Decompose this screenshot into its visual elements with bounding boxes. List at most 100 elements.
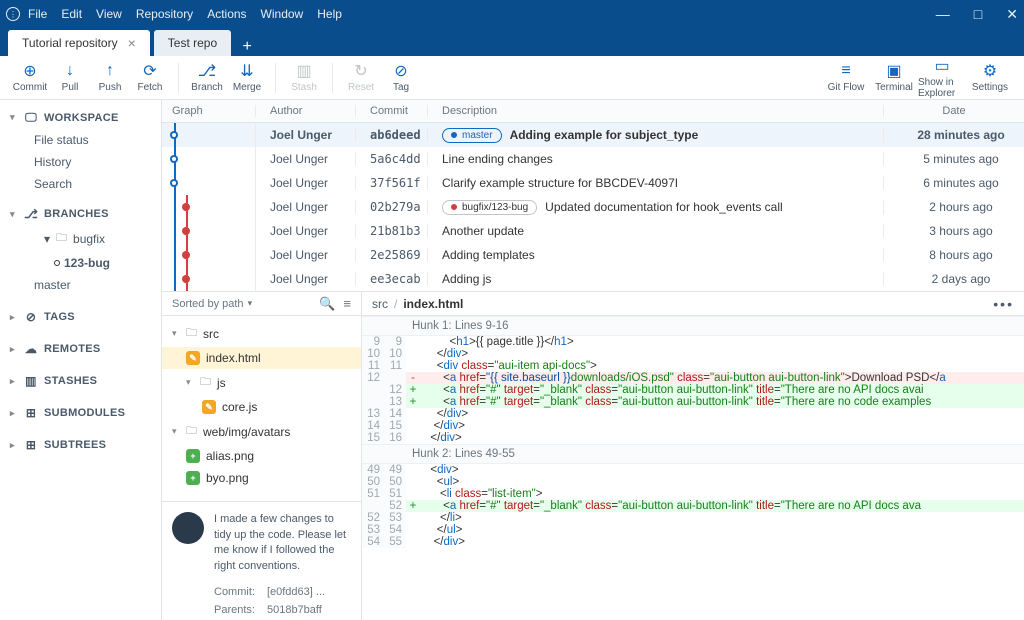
diff-line-added: 12+ <a href="#" target="_blank" class="a… xyxy=(362,384,1024,396)
close-icon[interactable]: ✕ xyxy=(1006,6,1018,23)
diff-line: 5151 <li class="list-item"> xyxy=(362,488,1024,500)
close-icon[interactable]: × xyxy=(128,35,136,51)
tool-label: Git Flow xyxy=(828,82,865,93)
branch-master[interactable]: master xyxy=(0,274,161,296)
remotes-icon: ☁ xyxy=(24,342,38,356)
tool-label: Tag xyxy=(393,82,409,93)
fetch-button[interactable]: ⟳ Fetch xyxy=(130,62,170,93)
merge-button[interactable]: ⇊ Merge xyxy=(227,62,267,93)
menu-window[interactable]: Window xyxy=(261,7,304,21)
folder-src[interactable]: ▾ 🗀 src xyxy=(162,320,361,347)
explorer-button[interactable]: ▭ Show in Explorer xyxy=(918,57,966,99)
sidebar: ▾ 🖵 WORKSPACE File statusHistorySearch ▾… xyxy=(0,100,162,620)
settings-button[interactable]: ⚙ Settings xyxy=(966,62,1014,93)
commit-graph xyxy=(162,147,256,171)
branch-123-bug[interactable]: 123-bug xyxy=(0,252,161,274)
commit-row[interactable]: Joel Unger 02b279a bugfix/123-bugUpdated… xyxy=(162,195,1024,219)
branch-folder-bugfix[interactable]: ▾ 🗀 bugfix xyxy=(0,225,161,252)
minimize-icon[interactable]: — xyxy=(936,6,950,23)
file-status-icon: + xyxy=(186,449,200,463)
diff-line: 99 <h1>{{ page.title }}</h1> xyxy=(362,336,1024,348)
diff-line: 5253 </li> xyxy=(362,512,1024,524)
stash-button[interactable]: ▥ Stash xyxy=(284,62,324,93)
search-icon[interactable]: 🔍 xyxy=(319,296,335,312)
diff-line: 4949 <div> xyxy=(362,464,1024,476)
diff-line: 1516 </div> xyxy=(362,432,1024,444)
sort-label[interactable]: Sorted by path xyxy=(172,298,244,310)
sidebar-item-search[interactable]: Search xyxy=(0,173,161,195)
sidebar-item-file-status[interactable]: File status xyxy=(0,129,161,151)
fetch-icon: ⟳ xyxy=(143,62,156,80)
file-index-html[interactable]: ✎ index.html xyxy=(162,347,361,369)
tabbar: Tutorial repository × Test repo + xyxy=(0,28,1024,56)
branch-button[interactable]: ⎇ Branch xyxy=(187,62,227,93)
tab-test-repo[interactable]: Test repo xyxy=(154,30,231,56)
commit-description: Adding js xyxy=(428,272,884,286)
push-button[interactable]: ↑ Push xyxy=(90,62,130,93)
maximize-icon[interactable]: □ xyxy=(974,6,982,23)
file-status-icon: ✎ xyxy=(186,351,200,365)
section-label: TAGS xyxy=(44,311,75,323)
tag-icon: ⊘ xyxy=(394,62,407,80)
commit-graph xyxy=(162,195,256,219)
tag-button[interactable]: ⊘ Tag xyxy=(381,62,421,93)
folder-icon: 🗀 xyxy=(186,324,197,343)
commit-hash: ab6deed xyxy=(356,128,428,142)
menu-edit[interactable]: Edit xyxy=(61,7,82,21)
folder-icon: 🗀 xyxy=(200,373,211,392)
commit-row[interactable]: Joel Unger ee3ecab Adding js 2 days ago xyxy=(162,267,1024,291)
commit-row[interactable]: Joel Unger 5a6c4dd Line ending changes 5… xyxy=(162,147,1024,171)
commit-button[interactable]: ⊕ Commit xyxy=(10,62,50,93)
sidebar-remotes[interactable]: ▸ ☁ REMOTES xyxy=(0,338,161,360)
folder-label: js xyxy=(217,376,226,390)
settings-icon: ⚙ xyxy=(983,62,997,80)
commit-hash: 5a6c4dd xyxy=(356,152,428,166)
col-desc: Description xyxy=(428,105,884,117)
file-core-js[interactable]: ✎ core.js xyxy=(162,396,361,418)
sidebar-subtrees[interactable]: ▸ ⊞ SUBTREES xyxy=(0,434,161,456)
monitor-icon: 🖵 xyxy=(24,110,38,125)
sidebar-stashes[interactable]: ▸ ▥ STASHES xyxy=(0,370,161,392)
pull-button[interactable]: ↓ Pull xyxy=(50,62,90,93)
diff-line-added: 52+ <a href="#" target="_blank" class="a… xyxy=(362,500,1024,512)
folder-web-img-avatars[interactable]: ▾ 🗀 web/img/avatars xyxy=(162,418,361,445)
commit-description: Clarify example structure for BBCDEV-409… xyxy=(428,176,884,190)
tab-tutorial-repository[interactable]: Tutorial repository × xyxy=(8,30,150,56)
parents-hash: 5018b7baff xyxy=(267,604,322,616)
commit-row[interactable]: Joel Unger ab6deed masterAdding example … xyxy=(162,123,1024,147)
terminal-button[interactable]: ▣ Terminal xyxy=(870,62,918,93)
menu-file[interactable]: File xyxy=(28,7,47,21)
section-label: SUBMODULES xyxy=(44,407,125,419)
sidebar-branches[interactable]: ▾ ⎇ BRANCHES xyxy=(0,203,161,225)
chevron-down-icon[interactable]: ▾ xyxy=(248,298,253,309)
sidebar-workspace[interactable]: ▾ 🖵 WORKSPACE xyxy=(0,106,161,129)
menu-repository[interactable]: Repository xyxy=(136,7,193,21)
menu-actions[interactable]: Actions xyxy=(207,7,246,21)
branch-label: 123-bug xyxy=(64,256,110,270)
add-tab-button[interactable]: + xyxy=(235,38,259,56)
sidebar-item-history[interactable]: History xyxy=(0,151,161,173)
sidebar-tags[interactable]: ▸ ⊘ TAGS xyxy=(0,306,161,328)
sidebar-submodules[interactable]: ▸ ⊞ SUBMODULES xyxy=(0,402,161,424)
menu-help[interactable]: Help xyxy=(317,7,342,21)
folder-icon: 🗀 xyxy=(56,229,67,248)
breadcrumb-sep: / xyxy=(394,297,397,311)
commit-row[interactable]: Joel Unger 21b81b3 Another update 3 hour… xyxy=(162,219,1024,243)
folder-icon: 🗀 xyxy=(186,422,197,441)
commit-row[interactable]: Joel Unger 37f561f Clarify example struc… xyxy=(162,171,1024,195)
menu-lines-icon[interactable]: ≡ xyxy=(343,296,351,312)
reset-button[interactable]: ↻ Reset xyxy=(341,62,381,93)
breadcrumb-file: index.html xyxy=(403,297,463,311)
folder-label: bugfix xyxy=(73,232,105,246)
diff-body[interactable]: Hunk 1: Lines 9-16 99 <h1>{{ page.title … xyxy=(362,316,1024,620)
breadcrumb-folder[interactable]: src xyxy=(372,297,388,311)
commit-row[interactable]: Joel Unger 2e25869 Adding templates 8 ho… xyxy=(162,243,1024,267)
commit-description: Another update xyxy=(428,224,884,238)
tool-label: Settings xyxy=(972,82,1008,93)
file-alias-png[interactable]: + alias.png xyxy=(162,445,361,467)
folder-js[interactable]: ▾ 🗀 js xyxy=(162,369,361,396)
file-byo-png[interactable]: + byo.png xyxy=(162,467,361,489)
gitflow-button[interactable]: ≡ Git Flow xyxy=(822,62,870,93)
more-icon[interactable]: ••• xyxy=(993,296,1014,312)
menu-view[interactable]: View xyxy=(96,7,122,21)
